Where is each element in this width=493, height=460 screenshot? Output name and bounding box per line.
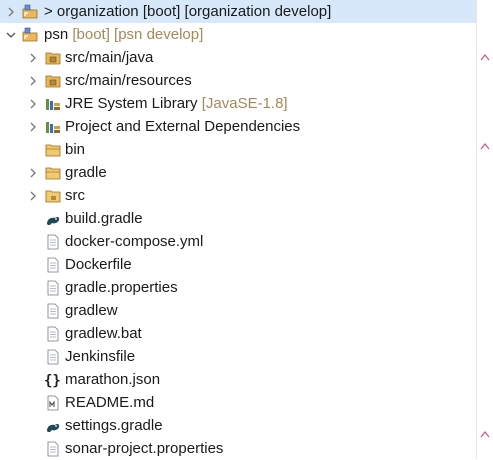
- chevron-down-icon[interactable]: [5, 29, 17, 41]
- project-explorer-tree: > organization [boot] [organization deve…: [0, 0, 476, 459]
- tree-item-label: README.md: [65, 394, 155, 411]
- tree-item-label: Jenkinsfile: [65, 348, 136, 365]
- chevron-right-icon[interactable]: [27, 190, 39, 202]
- tree-item-label: psn [boot] [psn develop]: [44, 23, 203, 46]
- tree-item-src[interactable]: src: [0, 184, 476, 207]
- tree-item-label: gradle: [65, 164, 107, 181]
- svg-text:{}: {}: [44, 373, 61, 388]
- project-name: > organization: [44, 3, 139, 20]
- tree-item-readme[interactable]: README.md: [0, 391, 476, 414]
- tree-item-label: JRE System Library [JavaSE-1.8]: [65, 92, 288, 115]
- tree-item-gradle-folder[interactable]: gradle: [0, 161, 476, 184]
- text-file-icon: [45, 303, 61, 319]
- project-icon: [22, 4, 38, 20]
- tree-item-docker-compose[interactable]: docker-compose.yml: [0, 230, 476, 253]
- overview-ruler[interactable]: [476, 0, 493, 459]
- text-file-icon: [45, 441, 61, 457]
- tree-item-label: Dockerfile: [65, 256, 132, 273]
- folder-icon: [45, 188, 61, 204]
- text-file-icon: [45, 234, 61, 250]
- json-file-icon: {}: [43, 372, 63, 388]
- chevron-right-icon[interactable]: [27, 121, 39, 133]
- source-folder-icon: [45, 73, 61, 89]
- tree-item-settings-gradle[interactable]: settings.gradle: [0, 414, 476, 437]
- library-icon: [45, 119, 61, 135]
- tree-item-label: > organization [boot] [organization deve…: [44, 0, 331, 23]
- tree-item-src-main-resources[interactable]: src/main/resources: [0, 69, 476, 92]
- tree-item-label: gradlew: [65, 302, 118, 319]
- project-icon: [22, 27, 38, 43]
- chevron-right-icon[interactable]: [27, 98, 39, 110]
- text-file-icon: [45, 280, 61, 296]
- tree-item-label: sonar-project.properties: [65, 440, 224, 457]
- tree-item-psn[interactable]: psn [boot] [psn develop]: [0, 23, 476, 46]
- tree-item-label: Project and External Dependencies: [65, 118, 301, 135]
- project-name: psn: [44, 26, 69, 43]
- gradle-file-icon: [45, 211, 61, 227]
- tree-item-jre-system-library[interactable]: JRE System Library [JavaSE-1.8]: [0, 92, 476, 115]
- library-icon: [45, 96, 61, 112]
- markdown-file-icon: [45, 395, 61, 411]
- tree-item-label: gradlew.bat: [65, 325, 142, 342]
- tree-item-gradle-properties[interactable]: gradle.properties: [0, 276, 476, 299]
- tree-item-build-gradle[interactable]: build.gradle: [0, 207, 476, 230]
- tree-item-label: bin: [65, 141, 86, 158]
- tree-item-dockerfile[interactable]: Dockerfile: [0, 253, 476, 276]
- folder-icon: [45, 165, 61, 181]
- tree-item-bin[interactable]: bin: [0, 138, 476, 161]
- tree-item-gradlew[interactable]: gradlew: [0, 299, 476, 322]
- tree-item-label: src/main/java: [65, 49, 154, 66]
- tree-item-gradlew-bat[interactable]: gradlew.bat: [0, 322, 476, 345]
- chevron-right-icon[interactable]: [27, 75, 39, 87]
- scroll-up-marker-icon[interactable]: [479, 429, 491, 439]
- library-decoration: [JavaSE-1.8]: [197, 95, 288, 112]
- project-decoration: [boot] [psn develop]: [68, 26, 204, 43]
- tree-item-label: gradle.properties: [65, 279, 178, 296]
- tree-item-label: src: [65, 187, 85, 204]
- gradle-file-icon: [45, 418, 61, 434]
- scroll-up-marker-icon[interactable]: [479, 141, 491, 151]
- text-file-icon: [45, 326, 61, 342]
- tree-item-organization[interactable]: > organization [boot] [organization deve…: [0, 0, 476, 23]
- chevron-right-icon[interactable]: [27, 167, 39, 179]
- tree-item-label: settings.gradle: [65, 417, 163, 434]
- chevron-right-icon[interactable]: [5, 6, 17, 18]
- project-decoration: [boot] [organization develop]: [138, 3, 332, 20]
- folder-icon: [45, 142, 61, 158]
- library-name: JRE System Library: [65, 95, 198, 112]
- tree-item-marathon-json[interactable]: {} marathon.json: [0, 368, 476, 391]
- tree-item-sonar-properties[interactable]: sonar-project.properties: [0, 437, 476, 460]
- tree-item-project-dependencies[interactable]: Project and External Dependencies: [0, 115, 476, 138]
- source-folder-icon: [45, 50, 61, 66]
- text-file-icon: [45, 349, 61, 365]
- scroll-up-marker-icon[interactable]: [479, 52, 491, 62]
- tree-item-label: build.gradle: [65, 210, 143, 227]
- text-file-icon: [45, 257, 61, 273]
- tree-item-label: marathon.json: [65, 371, 161, 388]
- tree-item-label: src/main/resources: [65, 72, 192, 89]
- tree-item-src-main-java[interactable]: src/main/java: [0, 46, 476, 69]
- tree-item-jenkinsfile[interactable]: Jenkinsfile: [0, 345, 476, 368]
- tree-item-label: docker-compose.yml: [65, 233, 204, 250]
- chevron-right-icon[interactable]: [27, 52, 39, 64]
